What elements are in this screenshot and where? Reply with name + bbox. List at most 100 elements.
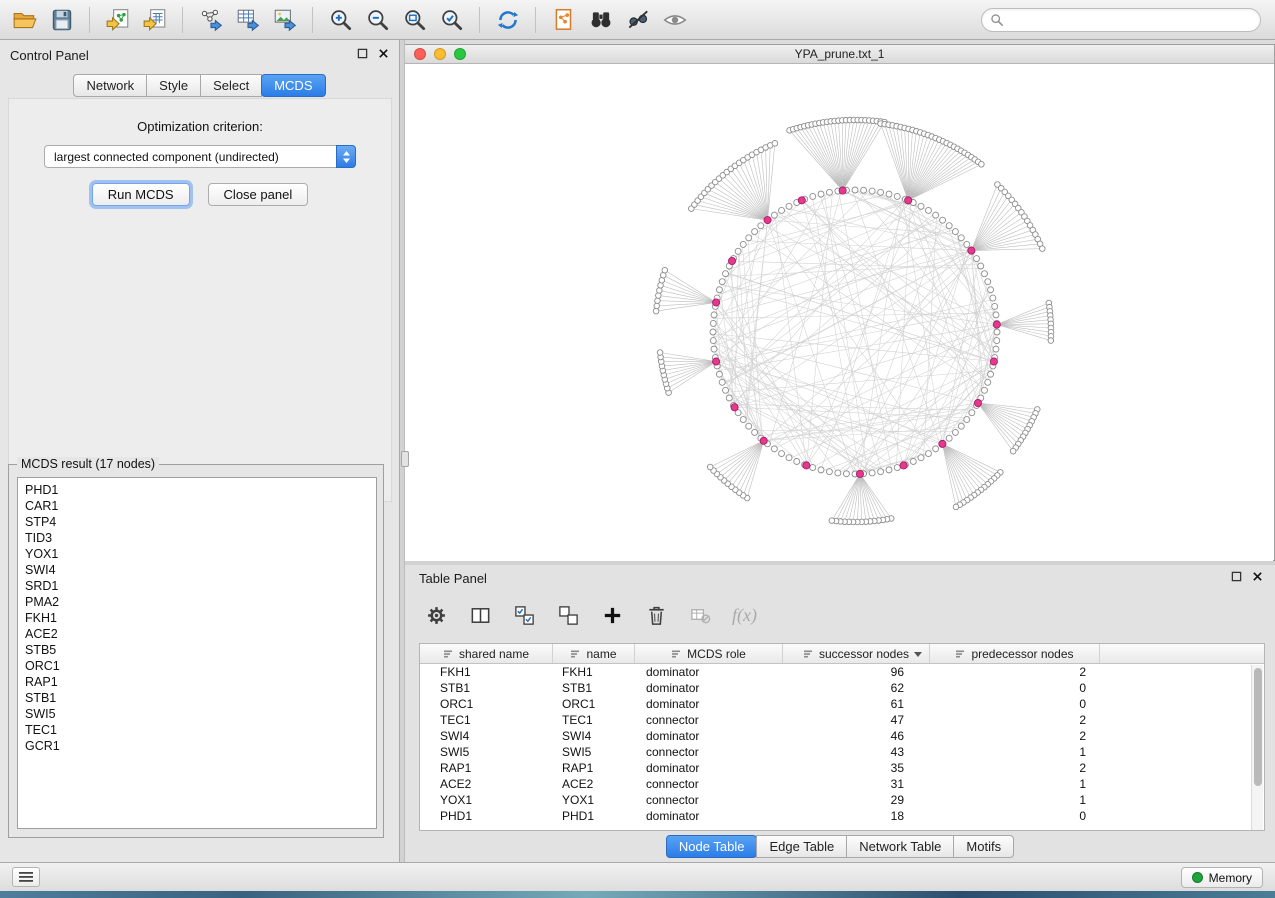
mcds-result-item[interactable]: STP4: [25, 514, 376, 530]
table-row[interactable]: TEC1TEC1connector472: [420, 712, 1264, 728]
network-window-titlebar[interactable]: YPA_prune.txt_1: [405, 45, 1274, 64]
float-window-icon[interactable]: [1231, 571, 1242, 582]
control-panel-title: Control Panel: [10, 48, 89, 63]
network-window: YPA_prune.txt_1: [405, 44, 1275, 561]
zoom-out-button[interactable]: [359, 4, 396, 36]
control-panel: Control Panel Network Style Select MCDS …: [0, 40, 400, 862]
zoom-out-icon: [365, 7, 391, 33]
hide-details-button[interactable]: [619, 4, 656, 36]
scrollbar-thumb[interactable]: [1254, 668, 1262, 786]
close-icon[interactable]: [378, 48, 389, 59]
zoom-fit-button[interactable]: [396, 4, 433, 36]
hide-glasses-icon: [625, 7, 651, 33]
table-row[interactable]: SWI4SWI4dominator462: [420, 728, 1264, 744]
mcds-result-item[interactable]: GCR1: [25, 738, 376, 754]
mcds-result-item[interactable]: SRD1: [25, 578, 376, 594]
float-window-icon[interactable]: [357, 48, 368, 59]
trash-icon: [645, 604, 668, 627]
tab-edge-table[interactable]: Edge Table: [756, 835, 847, 858]
table-scrollbar[interactable]: [1251, 665, 1263, 830]
table-row[interactable]: ORC1ORC1dominator610: [420, 696, 1264, 712]
tab-node-table[interactable]: Node Table: [666, 835, 758, 858]
clear-selection-button[interactable]: [553, 600, 584, 631]
table-cell-name: TEC1: [553, 713, 635, 727]
mcds-result-item[interactable]: TEC1: [25, 722, 376, 738]
column-header-shared-name[interactable]: shared name: [420, 644, 553, 663]
chevron-down-icon[interactable]: [914, 652, 922, 657]
table-row[interactable]: PHD1PHD1dominator180: [420, 808, 1264, 824]
mcds-result-item[interactable]: SWI5: [25, 706, 376, 722]
search-input[interactable]: [1009, 13, 1252, 27]
mcds-result-item[interactable]: STB5: [25, 642, 376, 658]
tab-network-table[interactable]: Network Table: [846, 835, 954, 858]
export-image-button[interactable]: [266, 4, 303, 36]
table-row[interactable]: SWI5SWI5connector431: [420, 744, 1264, 760]
mcds-result-item[interactable]: CAR1: [25, 498, 376, 514]
mcds-result-item[interactable]: ACE2: [25, 626, 376, 642]
mcds-result-item[interactable]: FKH1: [25, 610, 376, 626]
save-floppy-icon: [49, 7, 75, 33]
split-columns-button[interactable]: [465, 600, 496, 631]
search-icon: [990, 13, 1004, 27]
criterion-dropdown-value: largest connected component (undirected): [54, 150, 279, 164]
import-table-button[interactable]: [136, 4, 173, 36]
table-row[interactable]: STB1STB1dominator620: [420, 680, 1264, 696]
mcds-result-item[interactable]: PMA2: [25, 594, 376, 610]
network-view[interactable]: [405, 64, 1273, 561]
show-details-button[interactable]: [656, 4, 693, 36]
export-table-button[interactable]: [229, 4, 266, 36]
table-row[interactable]: YOX1YOX1connector291: [420, 792, 1264, 808]
run-mcds-button[interactable]: Run MCDS: [92, 183, 190, 206]
table-settings-button[interactable]: [421, 600, 452, 631]
splitter-grip[interactable]: [401, 451, 409, 467]
network-graph[interactable]: [405, 64, 1273, 561]
control-panel-tabbar: Network Style Select MCDS: [0, 74, 399, 97]
status-menu-button[interactable]: [12, 867, 40, 887]
mcds-result-list[interactable]: PHD1CAR1STP4TID3YOX1SWI4SRD1PMA2FKH1ACE2…: [17, 477, 377, 829]
mcds-result-item[interactable]: PHD1: [25, 482, 376, 498]
select-all-button[interactable]: [509, 600, 540, 631]
open-file-button[interactable]: [6, 4, 43, 36]
close-icon[interactable]: [1252, 571, 1263, 582]
table-row[interactable]: ACE2ACE2connector311: [420, 776, 1264, 792]
table-row[interactable]: FKH1FKH1dominator962: [420, 664, 1264, 680]
column-header-successor-nodes[interactable]: successor nodes: [783, 644, 930, 663]
mcds-tab-content: Optimization criterion: largest connecte…: [8, 98, 392, 502]
mcds-result-item[interactable]: STB1: [25, 690, 376, 706]
column-label: MCDS role: [687, 647, 746, 661]
table-cell-predecessors: 0: [930, 697, 1100, 711]
column-header-name[interactable]: name: [553, 644, 635, 663]
dropdown-stepper-icon[interactable]: [336, 145, 356, 168]
mcds-result-item[interactable]: YOX1: [25, 546, 376, 562]
criterion-dropdown[interactable]: largest connected component (undirected): [44, 145, 356, 168]
tab-mcds[interactable]: MCDS: [261, 74, 325, 97]
tab-select[interactable]: Select: [200, 74, 262, 97]
tab-network[interactable]: Network: [73, 74, 147, 97]
export-network-button[interactable]: [192, 4, 229, 36]
refresh-view-button[interactable]: [489, 4, 526, 36]
mcds-result-item[interactable]: RAP1: [25, 674, 376, 690]
close-panel-button[interactable]: Close panel: [208, 183, 309, 206]
mcds-result-item[interactable]: ORC1: [25, 658, 376, 674]
table-cell-shared_name: PHD1: [420, 809, 553, 823]
memory-status-icon: [1192, 872, 1203, 883]
tab-motifs[interactable]: Motifs: [953, 835, 1014, 858]
search-network-button[interactable]: [582, 4, 619, 36]
sort-icon: [803, 649, 813, 659]
import-network-button[interactable]: [99, 4, 136, 36]
column-header-mcds-role[interactable]: MCDS role: [635, 644, 783, 663]
table-row[interactable]: RAP1RAP1dominator352: [420, 760, 1264, 776]
zoom-in-button[interactable]: [322, 4, 359, 36]
mcds-result-item[interactable]: TID3: [25, 530, 376, 546]
add-column-button[interactable]: [597, 600, 628, 631]
column-header-predecessor-nodes[interactable]: predecessor nodes: [930, 644, 1100, 663]
share-document-button[interactable]: [545, 4, 582, 36]
toolbar-separator: [535, 7, 536, 33]
memory-button[interactable]: Memory: [1181, 867, 1263, 888]
mcds-result-item[interactable]: SWI4: [25, 562, 376, 578]
zoom-selected-button[interactable]: [433, 4, 470, 36]
delete-columns-button[interactable]: [641, 600, 672, 631]
tab-style[interactable]: Style: [146, 74, 201, 97]
save-session-button[interactable]: [43, 4, 80, 36]
table-cell-role: connector: [635, 745, 783, 759]
